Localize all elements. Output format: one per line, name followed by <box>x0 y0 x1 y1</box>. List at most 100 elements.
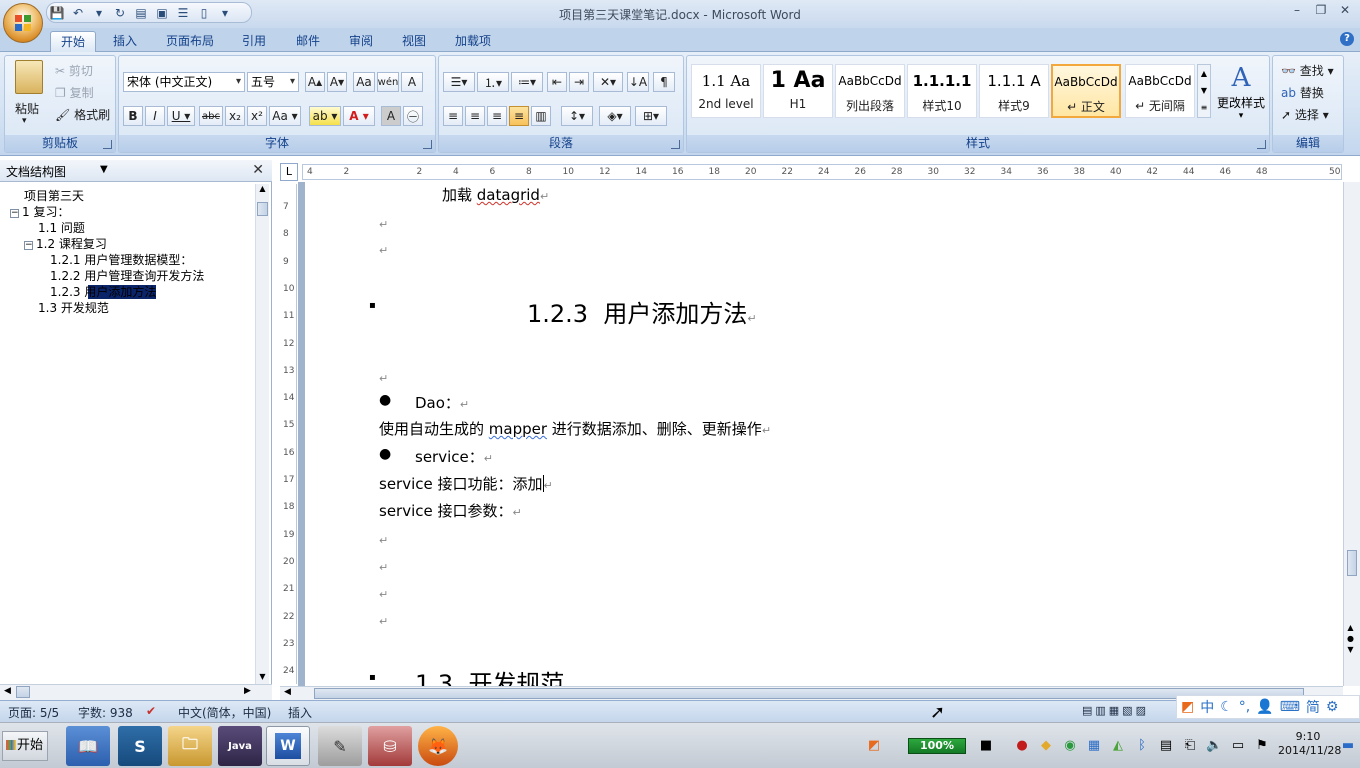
increase-indent-icon[interactable]: ⇥ <box>569 72 589 92</box>
browse-object-controls[interactable]: ▲ ● ▼ <box>1347 622 1354 655</box>
decrease-indent-icon[interactable]: ⇤ <box>547 72 567 92</box>
nav-item-add-method[interactable]: 1.2.3 用户添加方法 <box>50 285 157 300</box>
tab-insert[interactable]: 插入 <box>103 31 147 52</box>
style-9[interactable]: 1.1.1 A 样式9 <box>979 64 1049 118</box>
change-styles-button[interactable]: A 更改样式 ▾ <box>1217 62 1265 121</box>
paste-dropdown-icon[interactable]: ▾ <box>22 116 27 126</box>
document-page[interactable]: 加载 datagrid↵ ↵ ↵ ▪ 1.2.3 用户添加方法↵ ↵ ● Dao… <box>305 182 1342 686</box>
document-map-hscrollbar[interactable]: ◀ ▶ <box>0 684 272 700</box>
scroll-thumb[interactable] <box>16 686 30 698</box>
numbering-icon[interactable]: ⒈▾ <box>477 72 509 92</box>
styles-launcher-icon[interactable] <box>1257 140 1266 149</box>
tray-usb-icon[interactable]: ⎗ <box>1182 738 1198 754</box>
battery-indicator[interactable]: 100% <box>908 738 966 754</box>
style-no-spacing[interactable]: AaBbCcDd ↵ 无间隔 <box>1125 64 1195 118</box>
scroll-down-icon[interactable]: ▼ <box>257 672 268 684</box>
font-size-select[interactable]: 五号 <box>247 72 299 92</box>
underline-icon[interactable]: U ▾ <box>167 106 195 126</box>
close-icon[interactable]: ✕ <box>252 162 264 178</box>
cut-button[interactable]: ✂ 剪切 <box>55 62 93 79</box>
tray-ime-icon[interactable]: ◩ <box>866 738 882 754</box>
bold-icon[interactable]: B <box>123 106 143 126</box>
restore-button[interactable]: ❐ <box>1312 2 1330 18</box>
tray-app-icon[interactable]: ◆ <box>1038 738 1054 754</box>
styles-scroll[interactable]: ▲ ▼ ≡ <box>1197 64 1211 118</box>
select-button[interactable]: ➚ 选择 ▾ <box>1281 106 1329 123</box>
nav-item-query-method[interactable]: 1.2.2 用户管理查询开发方法 <box>50 269 204 284</box>
nav-item-problems[interactable]: 1.1 问题 <box>38 221 85 236</box>
clock[interactable]: 9:10 2014/11/28 <box>1278 730 1341 758</box>
italic-icon[interactable]: I <box>145 106 165 126</box>
font-launcher-icon[interactable] <box>423 140 432 149</box>
distributed-icon[interactable]: ▥ <box>531 106 551 126</box>
tray-keyboard-icon[interactable]: ▤ <box>1158 738 1174 754</box>
line-spacing-icon[interactable]: ↕▾ <box>561 106 593 126</box>
style-h1[interactable]: 1 Aa H1 <box>763 64 833 118</box>
view-buttons[interactable]: ▤▥▦▧▨ <box>1082 704 1149 717</box>
tray-plug-icon[interactable]: ■ <box>978 738 994 754</box>
tab-review[interactable]: 审阅 <box>339 31 383 52</box>
tray-display-icon[interactable]: ▭ <box>1230 738 1246 754</box>
taskbar-app-java-ee-ide[interactable]: Java <box>218 726 262 766</box>
doc-line-service-func[interactable]: service 接口功能：添加↵ <box>379 473 553 494</box>
sort-icon[interactable]: ↓A <box>627 72 649 92</box>
nav-item-course-review[interactable]: −1.2 课程复习 <box>24 237 107 252</box>
collapse-icon[interactable]: − <box>24 241 33 250</box>
tab-add-ins[interactable]: 加载项 <box>445 31 501 52</box>
heading-1-2-3[interactable]: 1.2.3 用户添加方法↵ <box>527 294 757 329</box>
style-10[interactable]: 1.1.1.1 样式10 <box>907 64 977 118</box>
character-shading-icon[interactable]: A <box>381 106 401 126</box>
borders-icon[interactable]: ⊞▾ <box>635 106 667 126</box>
tab-mailings[interactable]: 邮件 <box>286 31 330 52</box>
style-2nd-level[interactable]: 1.1 Aa 2nd level <box>691 64 761 118</box>
empty-paragraph[interactable]: ↵ <box>379 368 388 386</box>
taskbar-app-explorer[interactable]: 🗀 <box>168 726 212 766</box>
align-center-icon[interactable]: ≡ <box>465 106 485 126</box>
taskbar-app-editor[interactable]: ✎ <box>318 726 362 766</box>
taskbar-app-database[interactable]: ⛁ <box>368 726 412 766</box>
tray-flag-icon[interactable]: ⚑ <box>1254 738 1270 754</box>
nav-item-dev-standards[interactable]: 1.3 开发规范 <box>38 301 109 316</box>
heading-1-3[interactable]: 1.3 开发规范 <box>415 664 564 686</box>
scroll-left-icon[interactable]: ◀ <box>284 687 291 697</box>
tray-volume-icon[interactable]: 🔈 <box>1206 738 1222 754</box>
tab-references[interactable]: 引用 <box>232 31 276 52</box>
empty-paragraph[interactable]: ↵ <box>379 611 388 629</box>
shading-icon[interactable]: ◈▾ <box>599 106 631 126</box>
user-icon[interactable]: 👤 <box>1256 699 1273 715</box>
document-scrollbar[interactable]: ▲ ● ▼ <box>1343 182 1360 686</box>
proofing-icon[interactable]: ✔ <box>146 704 156 718</box>
start-button[interactable]: 开始 <box>2 731 48 761</box>
subscript-icon[interactable]: x₂ <box>225 106 245 126</box>
copy-button[interactable]: ❐ 复制 <box>55 84 94 101</box>
punctuation-icon[interactable]: °, <box>1239 699 1250 715</box>
word-count[interactable]: 字数: 938 <box>78 704 133 721</box>
align-left-icon[interactable]: ≡ <box>443 106 463 126</box>
empty-paragraph[interactable]: ↵ <box>379 584 388 602</box>
strikethrough-icon[interactable]: abc <box>199 106 223 126</box>
superscript-icon[interactable]: x² <box>247 106 267 126</box>
paste-icon[interactable] <box>15 60 43 94</box>
moon-icon[interactable]: ☾ <box>1220 699 1233 715</box>
clear-formatting-icon[interactable]: Aa <box>353 72 375 92</box>
character-border-icon[interactable]: A <box>401 72 423 92</box>
taskbar-app-word[interactable]: W <box>266 726 310 766</box>
format-painter-button[interactable]: 🖌 格式刷 <box>55 106 110 123</box>
document-map-scrollbar[interactable]: ▲ ▼ <box>255 184 269 684</box>
horizontal-ruler[interactable]: 4 2 2 4 6 8 10 12 14 16 18 20 22 24 26 28 30 32 34 36 38 40 42… <box>302 164 1342 180</box>
tray-network-icon[interactable]: ▦ <box>1086 738 1102 754</box>
show-marks-icon[interactable]: ¶ <box>653 72 675 92</box>
phonetic-guide-icon[interactable]: wén <box>377 72 399 92</box>
scroll-left-icon[interactable]: ◀ <box>4 686 11 696</box>
style-list-paragraph[interactable]: AaBbCcDd 列出段落 <box>835 64 905 118</box>
font-color-icon[interactable]: A ▾ <box>343 106 375 126</box>
empty-paragraph[interactable]: ↵ <box>379 557 388 575</box>
help-icon[interactable]: ? <box>1340 32 1354 46</box>
taskbar-app-book[interactable]: 📖 <box>66 726 110 766</box>
ime-simp[interactable]: 简 <box>1306 697 1320 717</box>
find-button[interactable]: 👓 查找 ▾ <box>1281 62 1334 79</box>
vertical-ruler[interactable]: 7 8 9 10 11 12 13 14 15 16 17 18 19 20 21 22 23 24 <box>281 184 297 684</box>
doc-line-service[interactable]: service：↵ <box>415 446 493 467</box>
empty-paragraph[interactable]: ↵ <box>379 530 388 548</box>
scroll-right-icon[interactable]: ▶ <box>244 686 251 696</box>
